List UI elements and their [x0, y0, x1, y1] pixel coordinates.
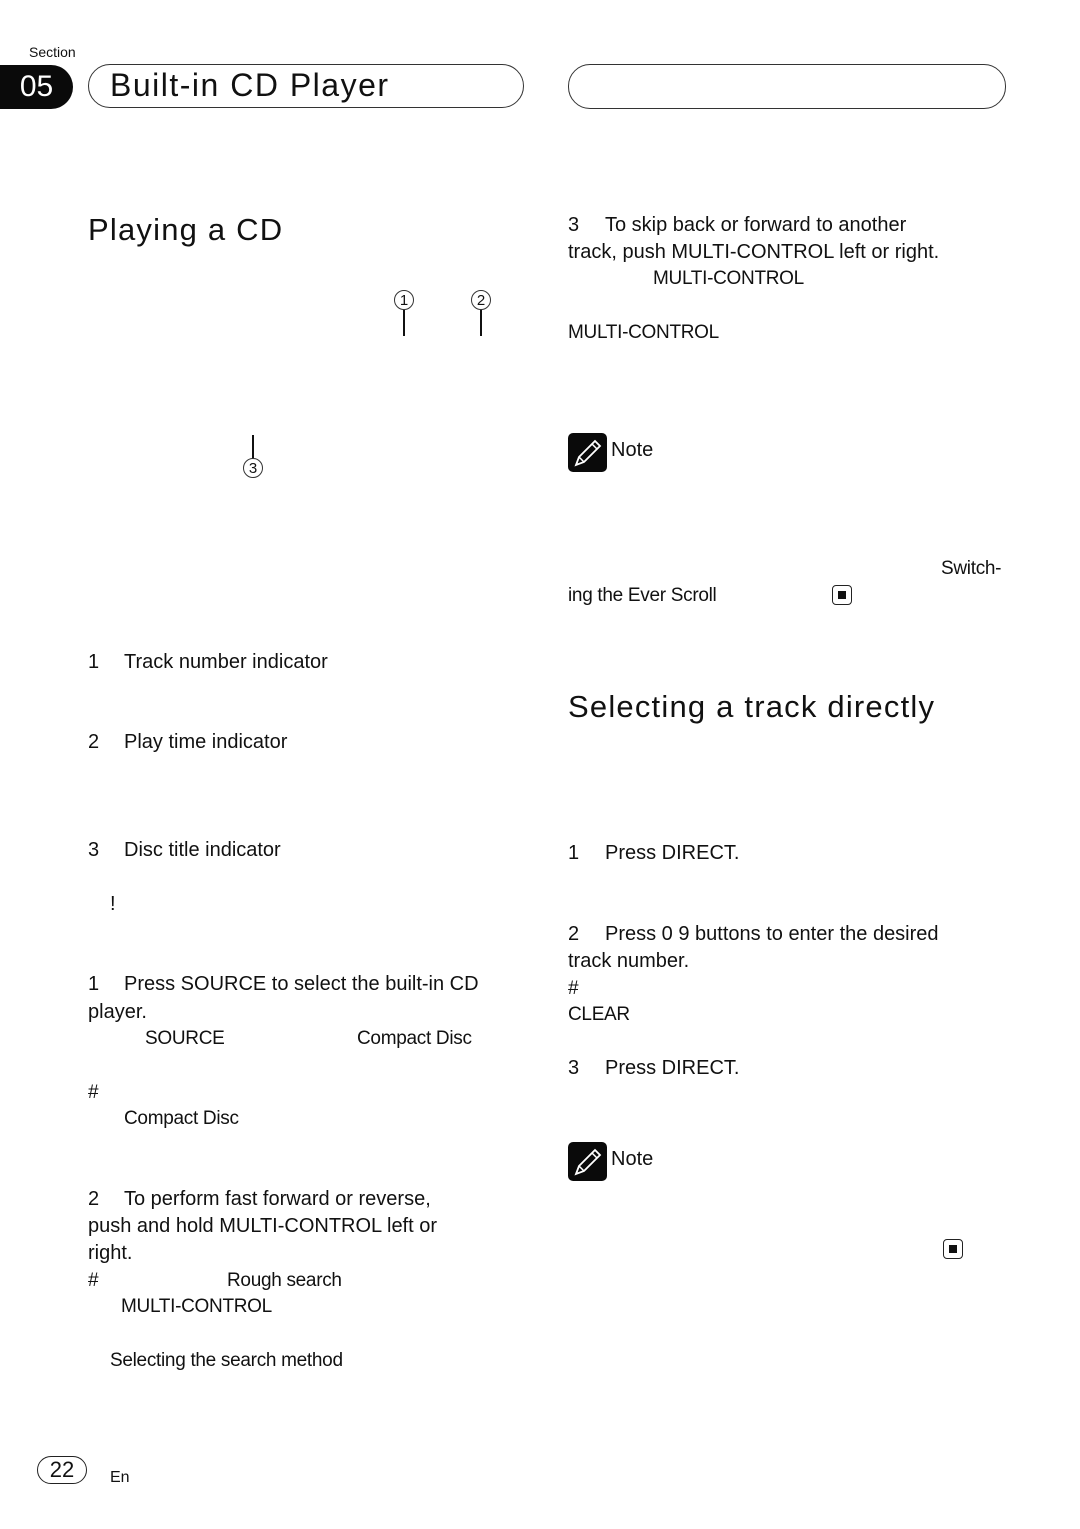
- direct-step2-hash: #: [568, 978, 579, 999]
- heading-playing-a-cd: Playing a CD: [88, 212, 284, 247]
- step2-line2: push and hold MULTI-CONTROL left or: [88, 1215, 438, 1237]
- direct-step2-clear: CLEAR: [568, 1004, 630, 1025]
- step3-num: 3: [568, 214, 580, 236]
- note-pencil-icon-2: [568, 1142, 607, 1181]
- step3-line2: track, push MULTI-CONTROL left or right.: [568, 241, 940, 263]
- direct-step2-line1: Press 0 9 buttons to enter the desired: [605, 923, 939, 945]
- direct-step2-line2: track number.: [568, 950, 690, 972]
- language-code: En: [110, 1469, 130, 1486]
- callout-3: 3: [243, 458, 263, 478]
- step1-source: SOURCE: [145, 1028, 225, 1049]
- step1-compact-disc-2: Compact Disc: [124, 1108, 239, 1129]
- callout-3-leader: [252, 435, 254, 459]
- legend-label-1: Track number indicator: [124, 651, 328, 673]
- step2-link-search-method: Selecting the search method: [110, 1350, 343, 1371]
- step2-num: 2: [88, 1188, 100, 1210]
- section-number-badge: 05: [0, 65, 73, 109]
- direct-step3-num: 3: [568, 1057, 580, 1079]
- chapter-title: Built-in CD Player: [110, 67, 390, 103]
- direct-step3-text: Press DIRECT.: [605, 1057, 740, 1079]
- callout-1-leader: [403, 310, 405, 336]
- step1-line1: Press SOURCE to select the built-in CD: [124, 973, 479, 995]
- end-of-section-icon-2: [943, 1239, 963, 1259]
- section-label: Section: [29, 44, 76, 60]
- step1-hash: #: [88, 1082, 99, 1103]
- step1-num: 1: [88, 973, 100, 995]
- step2-multi-control: MULTI-CONTROL: [121, 1296, 272, 1317]
- heading-selecting-track-directly: Selecting a track directly: [568, 689, 936, 724]
- legend-label-3: Disc title indicator: [124, 839, 281, 861]
- end-of-section-icon: [832, 585, 852, 605]
- direct-step1-num: 1: [568, 842, 580, 864]
- legend-num-3: 3: [88, 839, 100, 861]
- legend-num-1: 1: [88, 651, 100, 673]
- callout-2-leader: [480, 310, 482, 336]
- legend-num-2: 2: [88, 731, 100, 753]
- note-pencil-icon: [568, 433, 607, 472]
- step2-hash: #: [88, 1270, 99, 1291]
- legend-label-2: Play time indicator: [124, 731, 288, 753]
- note1-label: Note: [611, 439, 654, 461]
- direct-step1-text: Press DIRECT.: [605, 842, 740, 864]
- note1-ever-scroll-link: ing the Ever Scroll: [568, 585, 717, 606]
- step3-multi-control-2: MULTI-CONTROL: [568, 322, 719, 343]
- step2-rough-search: Rough search: [227, 1270, 342, 1291]
- warning-mark: !: [110, 893, 116, 915]
- step1-line2: player.: [88, 1001, 147, 1023]
- step3-multi-control-1: MULTI-CONTROL: [653, 268, 804, 289]
- step1-compact-disc: Compact Disc: [357, 1028, 472, 1049]
- step2-line3: right.: [88, 1242, 133, 1264]
- callout-1: 1: [394, 290, 414, 310]
- note2-label: Note: [611, 1148, 654, 1170]
- step2-line1: To perform fast forward or reverse,: [124, 1188, 431, 1210]
- page-number: 22: [37, 1456, 87, 1484]
- empty-title-frame: [568, 64, 1006, 109]
- note1-switch-fragment: Switch-: [941, 558, 1002, 579]
- callout-2: 2: [471, 290, 491, 310]
- direct-step2-num: 2: [568, 923, 580, 945]
- step3-line1: To skip back or forward to another: [605, 214, 907, 236]
